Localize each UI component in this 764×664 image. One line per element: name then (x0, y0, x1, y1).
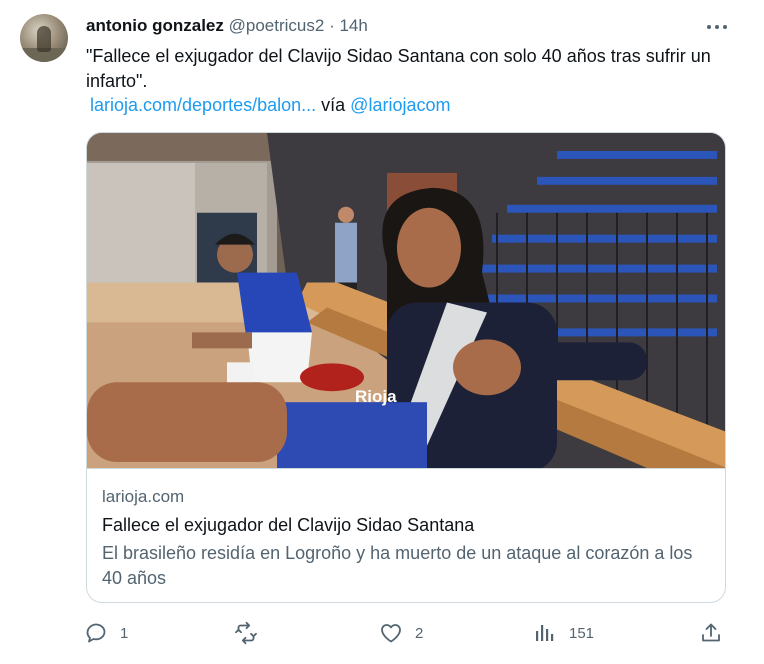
tweet-link-line: larioja.com/deportes/balon... vía @lario… (90, 94, 450, 116)
tweet-header: antonio gonzalez @poetricus2 · 14h (86, 16, 368, 36)
views-chart-icon (536, 625, 554, 641)
action-bar: 1 2 151 (0, 618, 764, 648)
tweet: antonio gonzalez @poetricus2 · 14h "Fall… (0, 0, 764, 664)
tweet-text: "Fallece el exjugador del Clavijo Sidao … (86, 46, 711, 91)
share-button[interactable] (699, 618, 723, 648)
card-title[interactable]: Fallece el exjugador del Clavijo Sidao S… (102, 515, 474, 536)
link-card[interactable]: Rioja larioja.com Fallece el exjugador d… (86, 132, 726, 603)
views-count: 151 (569, 624, 595, 642)
avatar-figure (37, 26, 51, 52)
like-button[interactable]: 2 (379, 618, 423, 648)
retweet-icon (235, 621, 257, 645)
more-icon[interactable] (700, 14, 734, 40)
article-link[interactable]: larioja.com/deportes/balon... (90, 95, 316, 115)
tweet-time[interactable]: 14h (339, 16, 367, 35)
author-name[interactable]: antonio gonzalez (86, 16, 224, 35)
views-button[interactable]: 151 (533, 618, 594, 648)
avatar[interactable] (20, 14, 68, 62)
via-handle-link[interactable]: @lariojacom (350, 95, 450, 115)
header-separator: · (329, 16, 335, 35)
retweet-button[interactable] (234, 618, 270, 648)
via-label: vía (321, 95, 346, 115)
jersey-text: Rioja (355, 387, 397, 406)
reply-icon (86, 623, 106, 643)
card-domain: larioja.com (102, 487, 185, 506)
card-description: El brasileño residía en Logroño y ha mue… (102, 543, 693, 588)
card-image[interactable]: Rioja (87, 133, 726, 469)
heart-icon (381, 624, 401, 643)
like-count: 2 (415, 624, 424, 642)
reply-button[interactable]: 1 (84, 618, 128, 648)
reply-count: 1 (120, 624, 129, 642)
share-icon (702, 623, 720, 642)
author-handle[interactable]: @poetricus2 (229, 16, 325, 35)
